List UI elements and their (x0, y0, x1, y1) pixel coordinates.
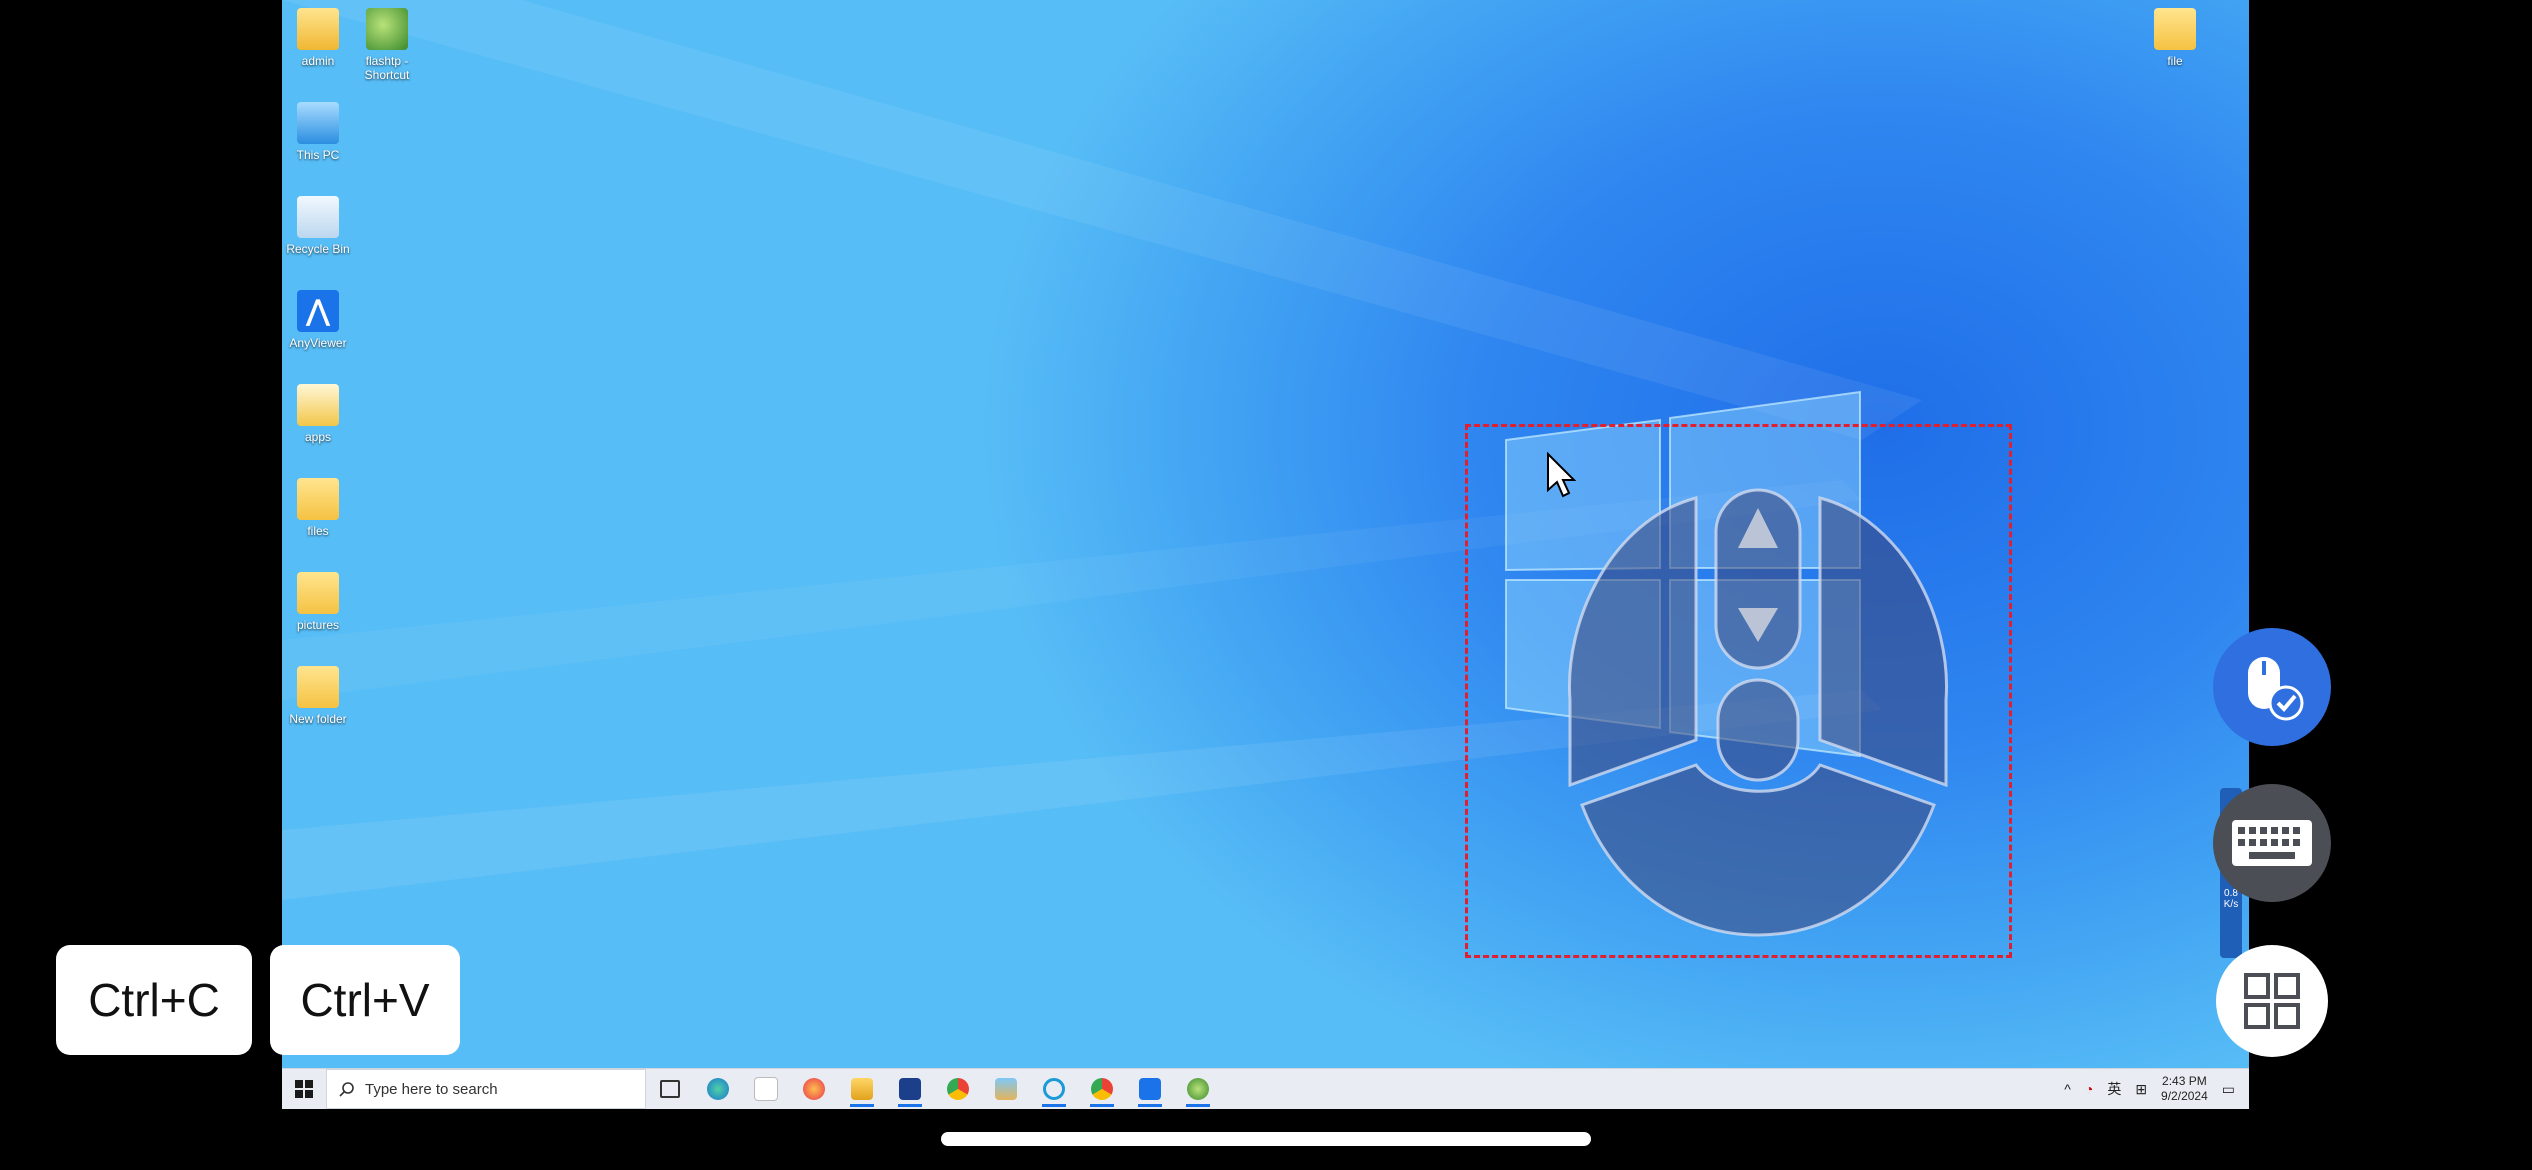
taskbar: Type here to search ^ ◔ 英 ⊞ 2:43 PM 9/2/… (282, 1068, 2249, 1109)
flash-app-icon (1187, 1078, 1209, 1100)
keyboard-icon (2232, 820, 2312, 866)
chat-icon (1043, 1078, 1065, 1100)
chrome-icon (947, 1078, 969, 1100)
taskbar-search-box[interactable]: Type here to search (326, 1069, 646, 1109)
desktop-icon-new-folder[interactable]: New folder (283, 666, 353, 726)
folder-icon (2154, 8, 2196, 50)
anyviewer-logo-icon: ⋀ (297, 290, 339, 332)
taskbar-anyviewer[interactable] (1126, 1069, 1174, 1109)
ctrl-v-button[interactable]: Ctrl+V (270, 945, 460, 1055)
desktop-icon-flashtp-shortcut[interactable]: flashtp - Shortcut (352, 8, 422, 82)
taskbar-chrome[interactable] (934, 1069, 982, 1109)
ime-icon[interactable]: ⊞ (2135, 1081, 2147, 1098)
recycle-bin-icon (297, 196, 339, 238)
search-placeholder: Type here to search (365, 1080, 498, 1098)
taskbar-chat[interactable] (1030, 1069, 1078, 1109)
folder-icon (297, 666, 339, 708)
mouse-check-icon (2248, 657, 2304, 721)
desktop-icon-recycle-bin[interactable]: Recycle Bin (283, 196, 353, 256)
shield-app-icon (899, 1078, 921, 1100)
desktop-icon-pictures[interactable]: pictures (283, 572, 353, 632)
ctrl-c-button[interactable]: Ctrl+C (56, 945, 252, 1055)
file-icon (754, 1077, 778, 1101)
file-explorer-icon (851, 1078, 873, 1100)
taskbar-chrome-2[interactable] (1078, 1069, 1126, 1109)
edge-icon (707, 1078, 729, 1100)
anyviewer-icon (1139, 1078, 1161, 1100)
taskbar-clock[interactable]: 2:43 PM 9/2/2024 (2161, 1074, 2208, 1104)
keyboard-button[interactable] (2213, 784, 2331, 902)
folder-icon (297, 384, 339, 426)
desktop-icon-anyviewer[interactable]: ⋀ AnyViewer (283, 290, 353, 350)
remote-desktop[interactable]: admin flashtp - Shortcut This PC Recycle… (282, 0, 2249, 1068)
input-language[interactable]: 英 (2107, 1079, 2121, 1099)
start-button[interactable] (282, 1069, 326, 1109)
desktop-icon-file[interactable]: file (2140, 8, 2210, 68)
menu-grid-button[interactable] (2216, 945, 2328, 1057)
taskbar-flashtp[interactable] (1174, 1069, 1222, 1109)
task-view-button[interactable] (646, 1069, 694, 1109)
taskbar-edge[interactable] (694, 1069, 742, 1109)
mouse-pointer-icon (1547, 452, 1576, 498)
search-icon (339, 1082, 354, 1097)
desktop-icon-files[interactable]: files (283, 478, 353, 538)
desktop-icon-this-pc[interactable]: This PC (283, 102, 353, 162)
folder-icon (297, 572, 339, 614)
mouse-mode-button[interactable] (2213, 628, 2331, 746)
taskbar-file-explorer[interactable] (838, 1069, 886, 1109)
speed-unit: K/s (2223, 899, 2239, 910)
flash-app-icon (366, 8, 408, 50)
system-tray: ^ ◔ 英 ⊞ 2:43 PM 9/2/2024 ▭ (2064, 1069, 2249, 1109)
desktop-icon-apps[interactable]: apps (283, 384, 353, 444)
tray-chevron-up-icon[interactable]: ^ (2064, 1081, 2071, 1097)
grid-icon (2244, 973, 2300, 1029)
taskbar-notepad[interactable] (742, 1069, 790, 1109)
firefox-icon (803, 1078, 825, 1100)
photos-icon (995, 1078, 1017, 1100)
home-indicator[interactable] (941, 1132, 1591, 1146)
computer-icon (297, 102, 339, 144)
folder-icon (297, 478, 339, 520)
task-view-icon (660, 1080, 680, 1098)
taskbar-photos[interactable] (982, 1069, 1030, 1109)
virtual-mouse-drag-area[interactable] (1465, 424, 2012, 958)
network-muted-icon[interactable]: ◔ (2085, 1081, 2093, 1097)
notification-icon[interactable]: ▭ (2222, 1081, 2235, 1098)
desktop-icon-admin[interactable]: admin (283, 8, 353, 68)
windows-start-icon (295, 1080, 313, 1098)
taskbar-firefox[interactable] (790, 1069, 838, 1109)
taskbar-app-shield[interactable] (886, 1069, 934, 1109)
user-folder-icon (297, 8, 339, 50)
chrome-icon (1091, 1078, 1113, 1100)
